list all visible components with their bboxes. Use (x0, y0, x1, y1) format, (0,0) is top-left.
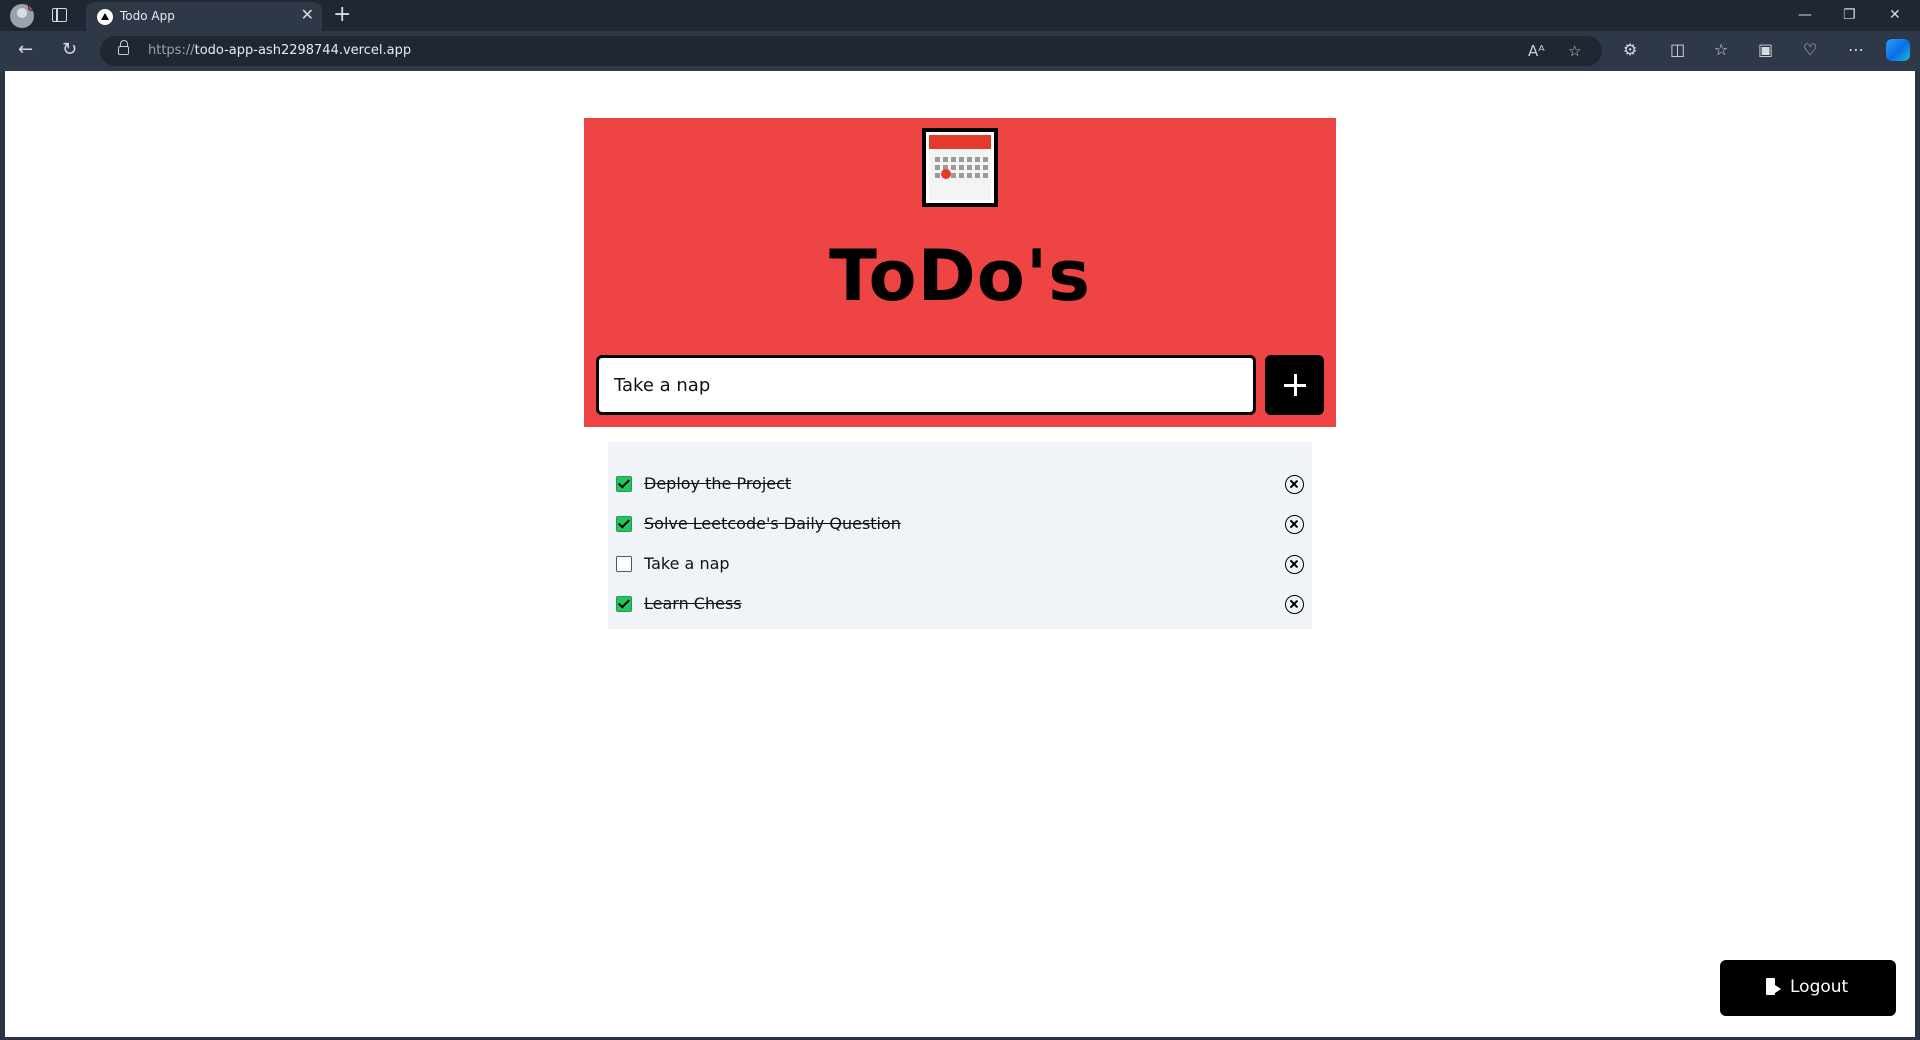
browser-tab-bar: Todo App ✕ + — ❐ ✕ (0, 0, 1920, 31)
delete-todo-icon[interactable] (1285, 475, 1304, 494)
favorite-star-icon[interactable]: ☆ (1568, 42, 1581, 60)
page-viewport: ToDo's Deploy the Project Solve Leetcode… (5, 71, 1915, 1037)
new-todo-input[interactable] (596, 355, 1256, 415)
todo-text: Learn Chess (644, 594, 742, 613)
favorites-icon[interactable]: ☆ (1714, 40, 1728, 60)
todo-text: Deploy the Project (644, 474, 792, 493)
window-minimize-icon[interactable]: — (1798, 3, 1812, 27)
delete-todo-icon[interactable] (1285, 595, 1304, 614)
copilot-icon[interactable] (1886, 39, 1910, 61)
browser-essentials-icon[interactable]: ♡ (1803, 40, 1817, 60)
vercel-favicon-icon (97, 9, 113, 25)
page-title: ToDo's (829, 235, 1091, 317)
window-restore-icon[interactable]: ❐ (1843, 3, 1856, 27)
todo-text: Solve Leetcode's Daily Question (644, 514, 901, 533)
back-icon[interactable]: ← (18, 39, 33, 61)
tab-close-icon[interactable]: ✕ (301, 6, 314, 24)
extensions-icon[interactable]: ⚙ (1623, 40, 1637, 60)
collections-icon[interactable]: ▣ (1758, 40, 1773, 60)
todo-checkbox[interactable] (616, 596, 632, 612)
window-close-icon[interactable]: ✕ (1889, 3, 1901, 27)
todo-header-panel: ToDo's (584, 118, 1336, 427)
logout-icon (1766, 978, 1781, 996)
todo-item: Deploy the Project (608, 466, 1312, 506)
profile-avatar-icon[interactable] (10, 4, 34, 28)
todo-checkbox[interactable] (616, 516, 632, 532)
logout-label: Logout (1790, 977, 1849, 997)
url-text[interactable]: https://todo-app-ash2298744.vercel.app (148, 43, 411, 58)
todo-item: Take a nap (608, 546, 1312, 586)
todo-text: Take a nap (644, 554, 730, 573)
delete-todo-icon[interactable] (1285, 515, 1304, 534)
todo-item: Learn Chess (608, 586, 1312, 626)
logout-button[interactable]: Logout (1720, 960, 1896, 1016)
refresh-icon[interactable]: ↻ (62, 39, 77, 61)
delete-todo-icon[interactable] (1285, 555, 1304, 574)
lock-icon[interactable] (118, 40, 129, 55)
todo-item: Solve Leetcode's Daily Question (608, 506, 1312, 546)
todo-list: Deploy the Project Solve Leetcode's Dail… (608, 442, 1312, 629)
read-aloud-icon[interactable]: Aᴬ (1528, 42, 1545, 60)
tab-title: Todo App (120, 9, 175, 23)
todo-checkbox[interactable] (616, 556, 632, 572)
add-todo-button[interactable] (1265, 355, 1324, 415)
browser-toolbar: ← ↻ https://todo-app-ash2298744.vercel.a… (0, 31, 1920, 71)
tab-actions-icon[interactable] (52, 8, 67, 22)
new-tab-icon[interactable]: + (333, 2, 351, 28)
browser-tab-active[interactable]: Todo App ✕ (86, 2, 322, 31)
calendar-icon (922, 128, 998, 207)
split-screen-icon[interactable]: ◫ (1670, 40, 1685, 60)
more-options-icon[interactable]: ⋯ (1848, 40, 1864, 60)
todo-checkbox[interactable] (616, 476, 632, 492)
address-bar[interactable]: https://todo-app-ash2298744.vercel.app A… (100, 36, 1602, 66)
